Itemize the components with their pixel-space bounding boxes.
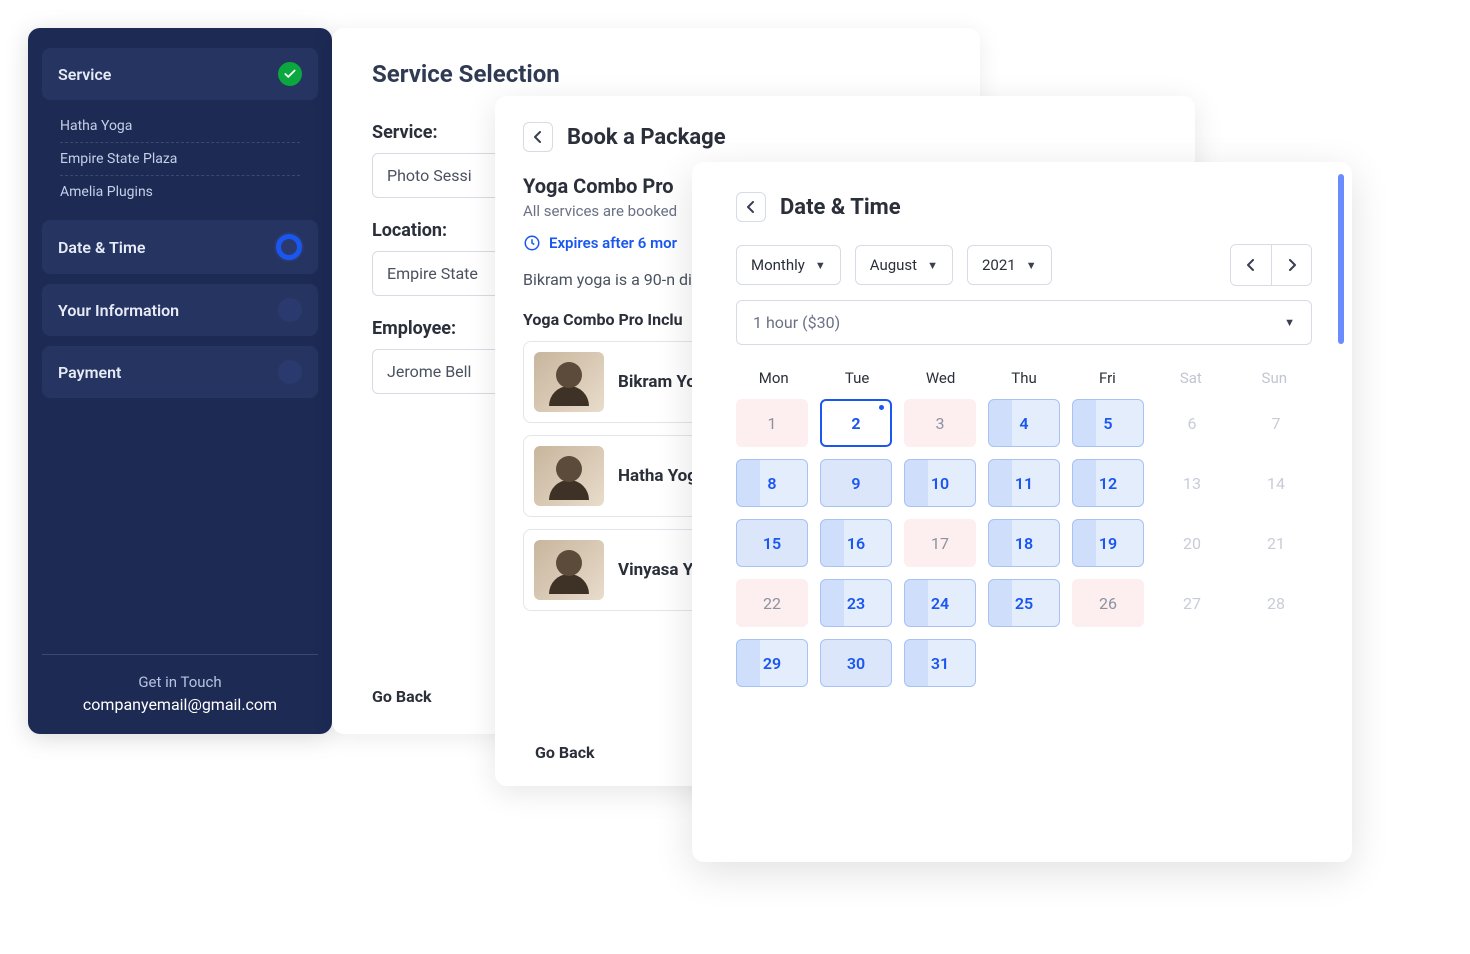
pending-step-icon — [278, 360, 302, 384]
calendar-day[interactable]: 28 — [1240, 579, 1312, 627]
sidebar-step-datetime[interactable]: Date & Time — [42, 220, 318, 274]
calendar-day[interactable]: 21 — [1240, 519, 1312, 567]
sidebar: Service Hatha Yoga Empire State Plaza Am… — [28, 28, 332, 734]
sidebar-step-label: Payment — [58, 363, 121, 382]
calendar-empty — [988, 639, 1060, 687]
calendar-day[interactable]: 8 — [736, 459, 808, 507]
calendar-day[interactable]: 1 — [736, 399, 808, 447]
event-dot-icon — [879, 405, 884, 410]
chevron-down-icon: ▼ — [1284, 316, 1295, 329]
year-value: 2021 — [982, 256, 1016, 274]
month-select[interactable]: August ▼ — [855, 245, 953, 285]
calendar-day[interactable]: 9 — [820, 459, 892, 507]
go-back-button[interactable]: Go Back — [372, 687, 432, 706]
calendar-day[interactable]: 15 — [736, 519, 808, 567]
prev-month-button[interactable] — [1231, 245, 1271, 285]
chevron-down-icon: ▼ — [815, 259, 826, 272]
expires-text: Expires after 6 mor — [549, 234, 677, 252]
weekday-label: Wed — [903, 369, 978, 387]
sidebar-sub-item[interactable]: Hatha Yoga — [60, 110, 300, 143]
sidebar-sub-item[interactable]: Amelia Plugins — [60, 176, 300, 208]
calendar-day[interactable]: 17 — [904, 519, 976, 567]
month-nav — [1230, 244, 1312, 286]
chevron-down-icon: ▼ — [1026, 259, 1037, 272]
yoga-thumb-icon — [534, 446, 604, 506]
clock-icon — [523, 234, 541, 252]
year-select[interactable]: 2021 ▼ — [967, 245, 1052, 285]
calendar-day[interactable]: 14 — [1240, 459, 1312, 507]
weekday-header: Mon Tue Wed Thu Fri Sat Sun — [736, 369, 1312, 387]
calendar-day[interactable]: 2 — [820, 399, 892, 447]
calendar-day[interactable]: 27 — [1156, 579, 1228, 627]
duration-value: 1 hour ($30) — [753, 313, 840, 332]
calendar-day[interactable]: 24 — [904, 579, 976, 627]
sidebar-step-label: Service — [58, 65, 111, 84]
sidebar-step-label: Your Information — [58, 301, 179, 320]
panel-title: Book a Package — [567, 125, 726, 150]
sidebar-step-payment[interactable]: Payment — [42, 346, 318, 398]
calendar-day[interactable]: 30 — [820, 639, 892, 687]
calendar-day[interactable]: 20 — [1156, 519, 1228, 567]
include-name: Vinyasa Y — [618, 560, 693, 580]
calendar-empty — [1156, 639, 1228, 687]
calendar-day[interactable]: 26 — [1072, 579, 1144, 627]
check-icon — [278, 62, 302, 86]
calendar-day[interactable]: 25 — [988, 579, 1060, 627]
calendar-day[interactable]: 29 — [736, 639, 808, 687]
weekday-label: Sat — [1153, 369, 1228, 387]
pending-step-icon — [278, 298, 302, 322]
calendar-day[interactable]: 3 — [904, 399, 976, 447]
current-step-icon — [276, 234, 302, 260]
yoga-thumb-icon — [534, 352, 604, 412]
calendar-day[interactable]: 18 — [988, 519, 1060, 567]
month-value: August — [870, 256, 917, 274]
get-in-touch-label: Get in Touch — [42, 673, 318, 691]
calendar-day[interactable]: 31 — [904, 639, 976, 687]
next-month-button[interactable] — [1271, 245, 1311, 285]
sidebar-sub-item[interactable]: Empire State Plaza — [60, 143, 300, 176]
calendar-day[interactable]: 16 — [820, 519, 892, 567]
weekday-label: Fri — [1070, 369, 1145, 387]
weekday-label: Mon — [736, 369, 811, 387]
view-value: Monthly — [751, 256, 805, 274]
calendar-empty — [1072, 639, 1144, 687]
back-button[interactable] — [523, 122, 553, 152]
view-select[interactable]: Monthly ▼ — [736, 245, 841, 285]
weekday-label: Sun — [1237, 369, 1312, 387]
weekday-label: Thu — [986, 369, 1061, 387]
calendar-day[interactable]: 4 — [988, 399, 1060, 447]
panel-title: Date & Time — [780, 195, 901, 220]
calendar-grid: 1234567891011121314151617181920212223242… — [736, 399, 1312, 687]
calendar-day[interactable]: 22 — [736, 579, 808, 627]
calendar-day[interactable]: 13 — [1156, 459, 1228, 507]
duration-select[interactable]: 1 hour ($30) ▼ — [736, 300, 1312, 345]
sidebar-service-sub: Hatha Yoga Empire State Plaza Amelia Plu… — [42, 110, 318, 220]
calendar-day[interactable]: 12 — [1072, 459, 1144, 507]
calendar-day[interactable]: 6 — [1156, 399, 1228, 447]
page-title: Service Selection — [372, 60, 940, 88]
calendar-day[interactable]: 19 — [1072, 519, 1144, 567]
calendar-day[interactable]: 11 — [988, 459, 1060, 507]
sidebar-footer: Get in Touch companyemail@gmail.com — [42, 654, 318, 714]
sidebar-step-label: Date & Time — [58, 238, 145, 257]
include-name: Hatha Yog — [618, 466, 697, 486]
sidebar-step-info[interactable]: Your Information — [42, 284, 318, 336]
calendar-day[interactable]: 23 — [820, 579, 892, 627]
sidebar-step-service[interactable]: Service — [42, 48, 318, 100]
calendar-day[interactable]: 7 — [1240, 399, 1312, 447]
calendar-empty — [1240, 639, 1312, 687]
weekday-label: Tue — [819, 369, 894, 387]
yoga-thumb-icon — [534, 540, 604, 600]
include-name: Bikram Yo — [618, 372, 696, 392]
calendar-day[interactable]: 10 — [904, 459, 976, 507]
date-time-panel: Date & Time Monthly ▼ August ▼ 2021 ▼ 1 … — [692, 162, 1352, 862]
go-back-button[interactable]: Go Back — [535, 743, 595, 762]
company-email[interactable]: companyemail@gmail.com — [42, 695, 318, 714]
back-button[interactable] — [736, 192, 766, 222]
chevron-down-icon: ▼ — [927, 259, 938, 272]
calendar-day[interactable]: 5 — [1072, 399, 1144, 447]
